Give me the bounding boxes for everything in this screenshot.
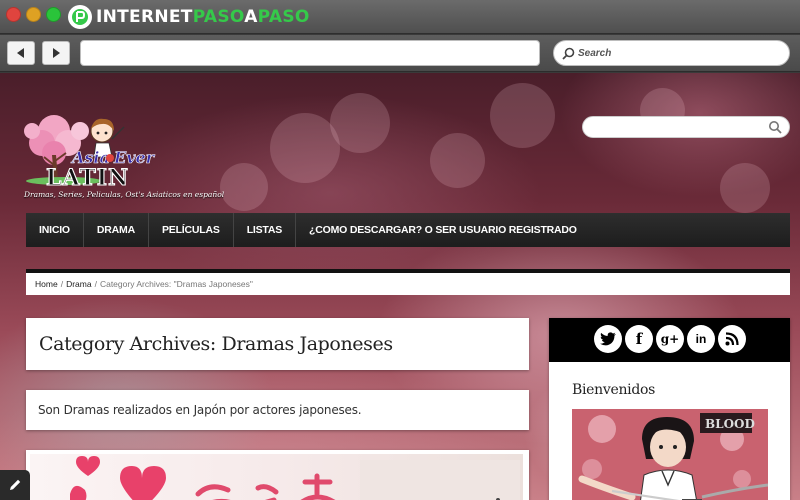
widget-title: Bienvenidos [572,382,656,398]
breadcrumb: Home / Drama / Category Archives: "Drama… [26,269,790,295]
brand-badge-icon [68,5,92,29]
bokeh-decoration [220,163,268,211]
close-window-button[interactable] [6,7,21,22]
triangle-right-icon [53,48,60,58]
nav-item-drama[interactable]: DRAMA [84,213,149,247]
search-icon[interactable] [768,120,782,134]
archive-title-card: Category Archives: Dramas Japoneses [26,318,529,370]
site-search-input[interactable] [582,116,790,138]
facebook-icon[interactable]: f [625,325,653,353]
bokeh-decoration [490,83,555,148]
breadcrumb-drama-link[interactable]: Drama [66,279,92,289]
post-card[interactable] [26,450,529,500]
twitter-icon[interactable] [594,325,622,353]
rss-icon[interactable] [718,325,746,353]
back-button[interactable] [7,41,35,65]
page-title: Category Archives: Dramas Japoneses [39,333,393,355]
bokeh-decoration [720,163,770,213]
post-artwork [70,456,520,500]
breadcrumb-home-link[interactable]: Home [35,279,58,289]
bokeh-decoration [330,93,390,153]
category-description-card: Son Dramas realizados en Japón por actor… [26,390,529,430]
brand-suffix: PASO [257,7,310,27]
category-description: Son Dramas realizados en Japón por actor… [38,403,362,417]
breadcrumb-separator: / [94,279,97,289]
google-plus-icon[interactable]: g+ [656,325,684,353]
brand-accent: PASO [192,7,245,27]
edit-button[interactable] [0,470,30,500]
nav-item-listas[interactable]: LISTAS [234,213,297,247]
main-navigation: INICIO DRAMA PELÍCULAS LISTAS ¿COMO DESC… [26,213,790,247]
nav-item-inicio[interactable]: INICIO [26,213,84,247]
linkedin-icon[interactable]: in [687,325,715,353]
svg-text:LATIN: LATIN [46,165,129,191]
brand-wordmark: INTERNETPASOAPASO [96,7,310,27]
welcome-image[interactable]: BLOOD [572,409,768,500]
brand-mid: A [244,7,258,27]
nav-item-peliculas[interactable]: PELÍCULAS [149,213,234,247]
brand-prefix: INTERNET [96,7,193,27]
forward-button[interactable] [42,41,70,65]
site-tagline: Dramas, Series, Peliculas, Ost's Asiatic… [24,190,225,199]
bokeh-decoration [430,133,485,188]
social-links: f g+ in [549,318,790,362]
browser-toolbar: Search [0,35,800,72]
address-bar[interactable] [80,40,540,66]
maximize-window-button[interactable] [46,7,61,22]
post-thumbnail[interactable] [30,454,523,500]
minimize-window-button[interactable] [26,7,41,22]
sidebar: f g+ in Bienvenidos BLOOD [549,318,790,500]
window-titlebar: INTERNETPASOAPASO [0,0,800,34]
search-placeholder: Search [578,47,612,59]
browser-search-input[interactable]: Search [553,40,790,66]
nav-item-como-descargar[interactable]: ¿COMO DESCARGAR? O SER USUARIO REGISTRAD… [296,213,590,247]
brand-logo: INTERNETPASOAPASO [68,5,310,29]
breadcrumb-separator: / [60,279,64,289]
pencil-icon [10,479,21,490]
svg-text:BLOOD: BLOOD [705,417,755,431]
web-page: Asia Ever LATIN Dramas, Series, Pelicula… [0,73,800,500]
breadcrumb-current: Category Archives: "Dramas Japoneses" [99,279,253,289]
triangle-left-icon [17,48,24,58]
search-icon [562,47,575,60]
